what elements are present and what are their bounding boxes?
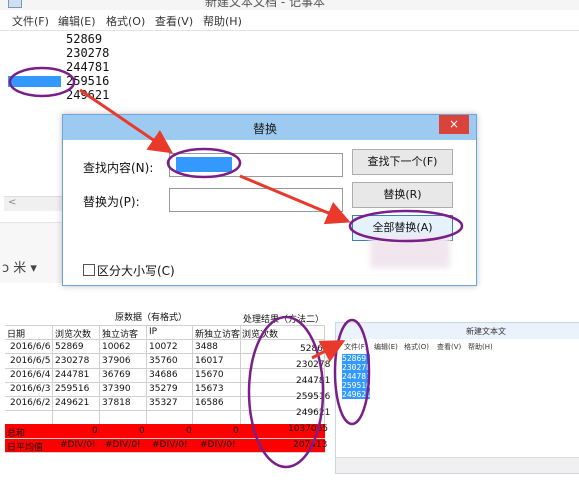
circle-annotation xyxy=(8,66,76,98)
arrow-annotation xyxy=(239,174,351,225)
circle-annotation xyxy=(333,318,371,426)
annotation-overlay xyxy=(8,66,464,469)
circle-annotation xyxy=(348,209,464,243)
arrow-annotation xyxy=(79,88,173,154)
circle-annotation xyxy=(247,315,325,469)
circle-annotation xyxy=(166,147,242,179)
